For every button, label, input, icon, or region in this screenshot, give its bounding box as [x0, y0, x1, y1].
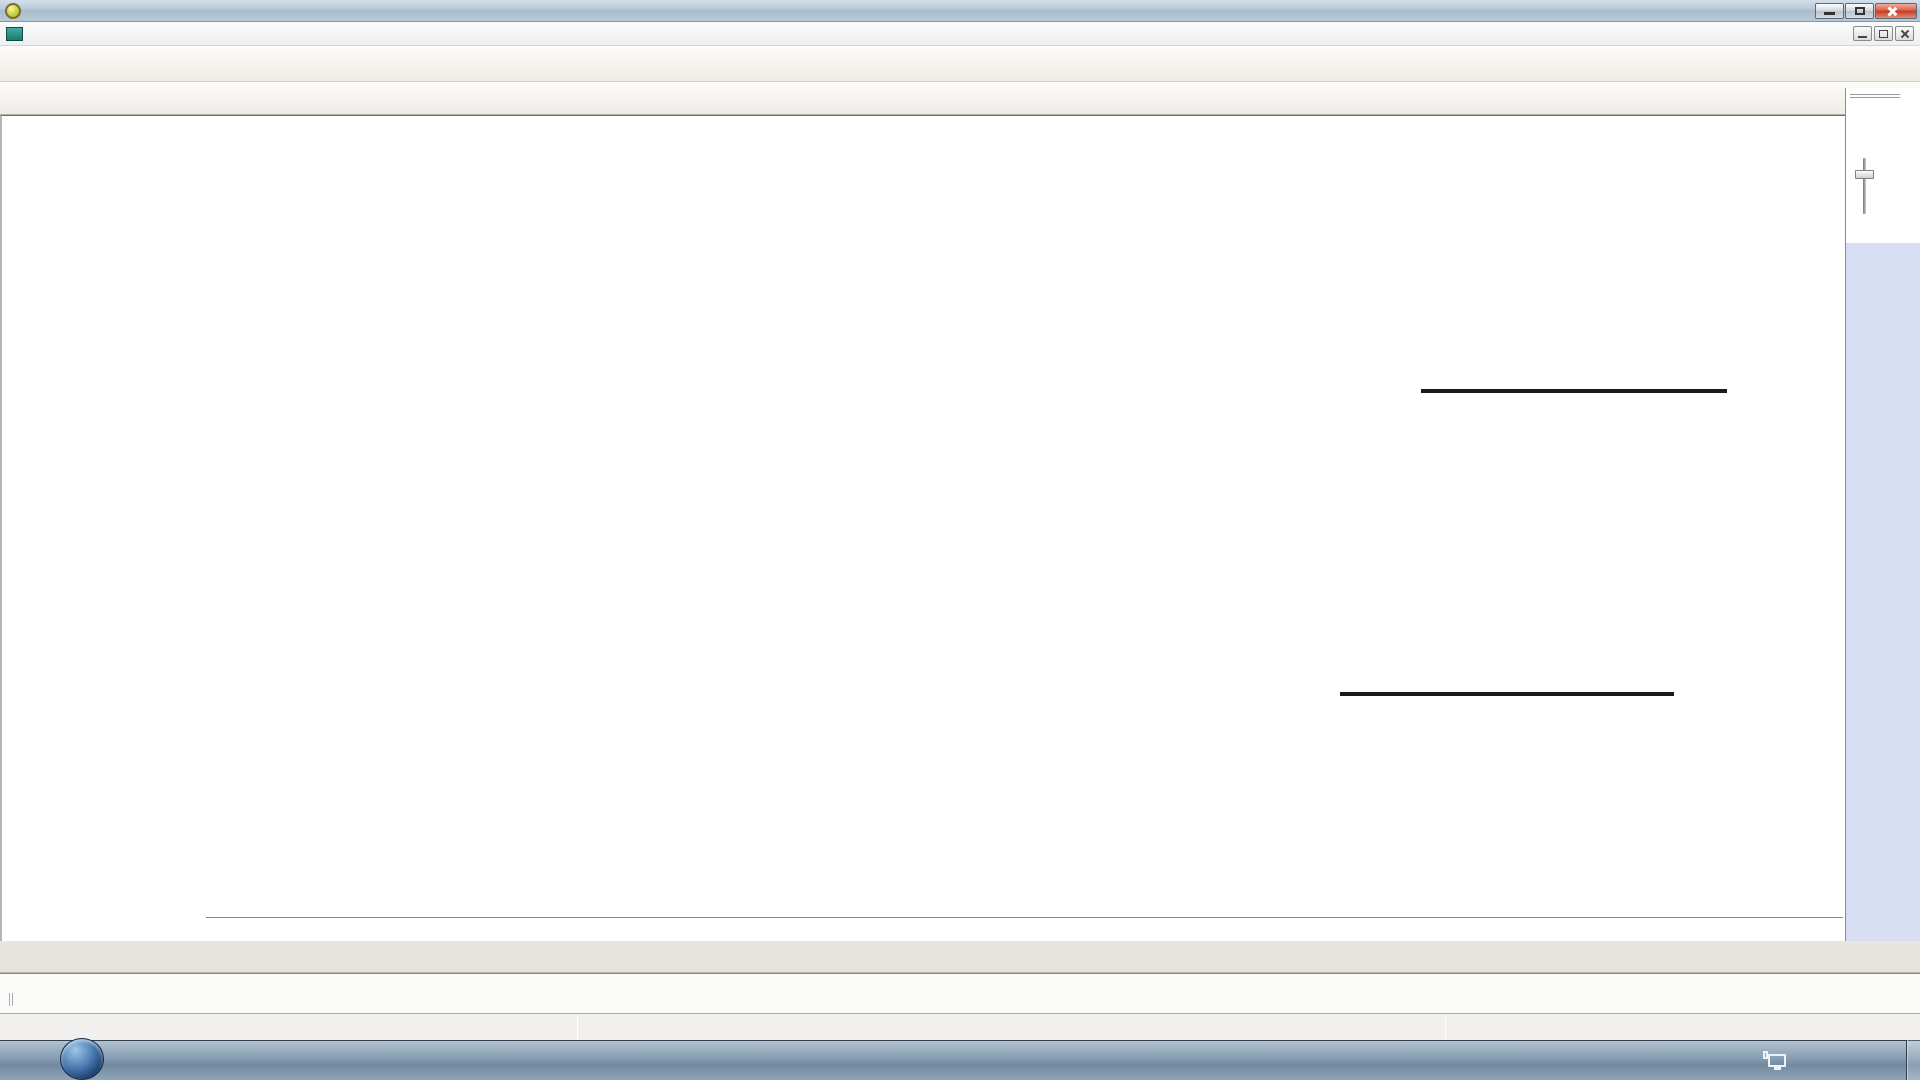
phase-margin-annotation[interactable]: [1340, 692, 1674, 696]
status-divider: [577, 1016, 578, 1039]
network-icon[interactable]: [1768, 1054, 1786, 1067]
status-divider: [1445, 1016, 1446, 1039]
mdi-window-controls: [1853, 26, 1914, 41]
status-bar: [0, 1013, 1920, 1040]
docked-panel-strip: [0, 973, 1920, 1013]
app-icon: [5, 3, 21, 19]
system-tray: [1740, 1040, 1906, 1080]
close-button[interactable]: [1875, 3, 1917, 19]
plot-canvas[interactable]: [60, 140, 1818, 880]
gain-margin-annotation[interactable]: [1421, 389, 1727, 393]
windows-logo-icon: [73, 1051, 92, 1068]
panel-empty-area: [1846, 243, 1920, 941]
minimize-button[interactable]: [1815, 3, 1844, 19]
panel-grip-handle[interactable]: [1850, 94, 1900, 98]
windows-taskbar: [0, 1040, 1920, 1080]
menu-bar: [0, 22, 1920, 46]
application-window: [0, 0, 1920, 1080]
show-desktop-button[interactable]: [1906, 1040, 1920, 1080]
slider-panel: [1845, 88, 1920, 941]
title-bar: [0, 0, 1920, 22]
start-button[interactable]: [60, 1038, 104, 1080]
restore-button[interactable]: [1845, 3, 1874, 19]
mdi-minimize-button[interactable]: [1853, 26, 1872, 41]
tab-row-divider: [206, 917, 1843, 918]
toolbar-analysis: [0, 82, 1920, 115]
slider-track[interactable]: [1863, 158, 1866, 214]
toolbar-main: [0, 46, 1920, 82]
document-icon[interactable]: [6, 27, 23, 41]
document-tab-row: [0, 944, 1920, 973]
mdi-restore-button[interactable]: [1874, 26, 1893, 41]
slider-thumb[interactable]: [1855, 170, 1874, 179]
mdi-close-button[interactable]: [1895, 26, 1914, 41]
strip-grip-handle[interactable]: [9, 993, 13, 1006]
